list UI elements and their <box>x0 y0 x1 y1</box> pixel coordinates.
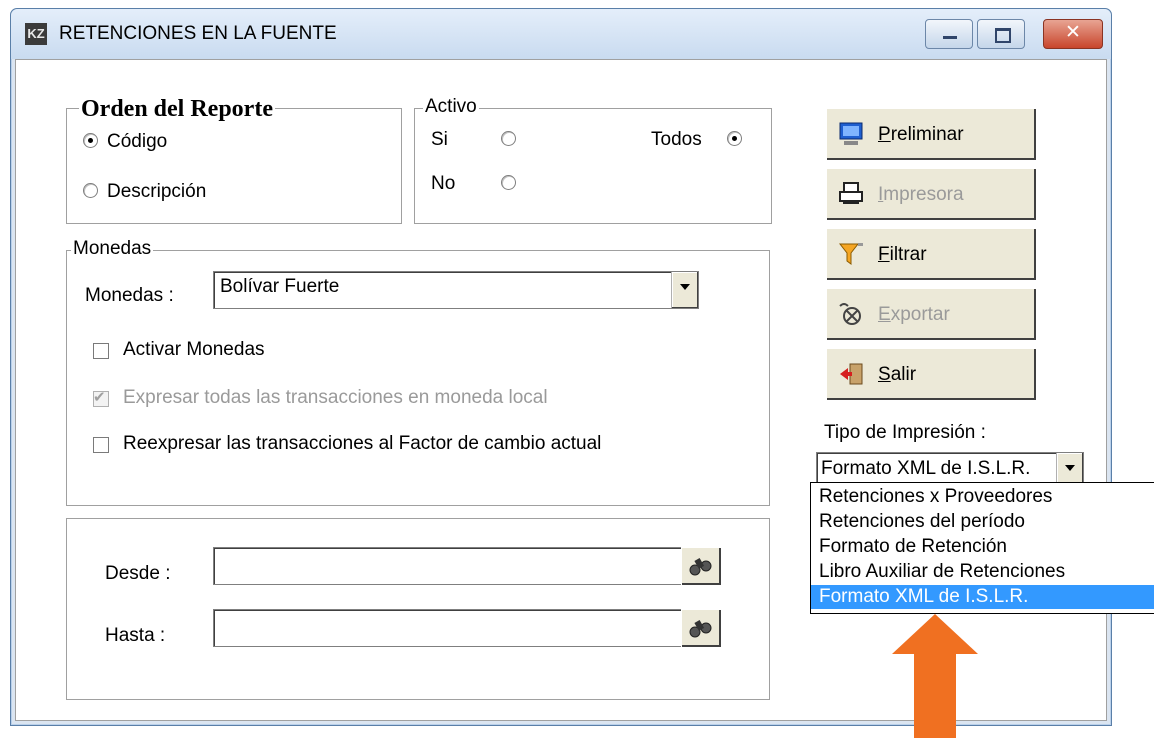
dropdown-option-selected[interactable]: Formato XML de I.S.L.R. <box>811 585 1154 609</box>
activar-monedas-label: Activar Monedas <box>123 339 265 360</box>
monedas-legend: Monedas <box>71 238 154 259</box>
orden-group: Orden del Reporte Código Descripción <box>66 95 402 224</box>
tipo-impresion-label: Tipo de Impresión : <box>824 422 986 443</box>
hasta-lookup-button[interactable] <box>681 609 721 647</box>
monedas-group: Monedas Monedas : Bolívar Fuerte Activar… <box>66 239 770 506</box>
activo-group: Activo Si Todos No <box>414 97 772 224</box>
binoculars-icon <box>689 558 712 576</box>
filtrar-button[interactable]: Filtrar <box>826 228 1036 280</box>
close-button[interactable]: ✕ <box>1043 19 1103 49</box>
dropdown-option[interactable]: Retenciones del período <box>811 510 1154 534</box>
close-icon: ✕ <box>1065 22 1081 43</box>
activo-si-label: Si <box>431 129 448 150</box>
activo-todos-radio[interactable] <box>727 131 742 146</box>
salir-label: Salir <box>878 364 917 385</box>
activar-monedas-checkbox[interactable] <box>93 343 109 359</box>
dropdown-option[interactable]: Formato de Retención <box>811 535 1154 559</box>
impresora-label: Impresora <box>878 184 964 205</box>
hasta-input[interactable] <box>213 609 683 647</box>
exit-door-icon <box>840 363 863 385</box>
dropdown-option[interactable]: Libro Auxiliar de Retenciones <box>811 560 1154 584</box>
dropdown-option[interactable]: Retenciones x Proveedores <box>811 485 1154 509</box>
reexpresar-checkbox[interactable] <box>93 437 109 453</box>
binoculars-icon <box>689 620 712 638</box>
desde-input[interactable] <box>213 547 683 585</box>
printer-icon <box>839 182 863 204</box>
activo-si-radio[interactable] <box>501 131 516 146</box>
maximize-button[interactable] <box>977 19 1025 49</box>
preliminar-button[interactable]: Preliminar <box>826 108 1036 160</box>
orden-codigo-radio[interactable] <box>83 133 98 148</box>
expresar-label: Expresar todas las transacciones en mone… <box>123 387 548 408</box>
maximize-icon <box>995 28 1011 43</box>
export-icon <box>839 303 861 325</box>
minimize-button[interactable] <box>925 19 973 49</box>
orden-descripcion-radio[interactable] <box>83 183 98 198</box>
desde-lookup-button[interactable] <box>681 547 721 585</box>
orden-codigo-label: Código <box>107 131 168 152</box>
filter-icon <box>838 243 863 265</box>
orange-arrow-icon <box>892 614 978 738</box>
filtrar-label: Filtrar <box>878 244 927 265</box>
activo-no-label: No <box>431 173 456 194</box>
exportar-button[interactable]: Exportar <box>826 288 1036 340</box>
minimize-icon <box>943 36 957 39</box>
monedas-combo-value: Bolívar Fuerte <box>220 276 340 297</box>
desde-label: Desde : <box>105 563 171 584</box>
reexpresar-label: Reexpresar las transacciones al Factor d… <box>123 433 602 454</box>
monitor-icon <box>839 122 863 145</box>
orden-descripcion-label: Descripción <box>107 181 207 202</box>
chevron-down-icon[interactable] <box>671 272 698 308</box>
orden-legend: Orden del Reporte <box>79 95 275 123</box>
hasta-label: Hasta : <box>105 625 166 646</box>
expresar-checkbox[interactable]: ✔ <box>93 389 109 407</box>
activo-legend: Activo <box>423 96 479 117</box>
rango-group: Desde : Hasta : <box>66 518 770 700</box>
monedas-combo[interactable]: Bolívar Fuerte <box>213 271 699 309</box>
window-title: RETENCIONES EN LA FUENTE <box>59 23 337 44</box>
tipo-impresion-dropdown-list[interactable]: Retenciones x Proveedores Retenciones de… <box>810 482 1154 614</box>
activo-todos-label: Todos <box>651 129 702 150</box>
title-bar[interactable]: KZ RETENCIONES EN LA FUENTE ✕ <box>11 9 1111 59</box>
impresora-button[interactable]: Impresora <box>826 168 1036 220</box>
tipo-impresion-value: Formato XML de I.S.L.R. <box>821 458 1031 479</box>
app-icon: KZ <box>25 23 47 45</box>
exportar-label: Exportar <box>878 304 950 325</box>
activo-no-radio[interactable] <box>501 175 516 190</box>
preliminar-label: Preliminar <box>878 124 964 145</box>
monedas-label: Monedas : <box>85 285 174 306</box>
check-icon: ✔ <box>93 389 106 406</box>
salir-button[interactable]: Salir <box>826 348 1036 400</box>
